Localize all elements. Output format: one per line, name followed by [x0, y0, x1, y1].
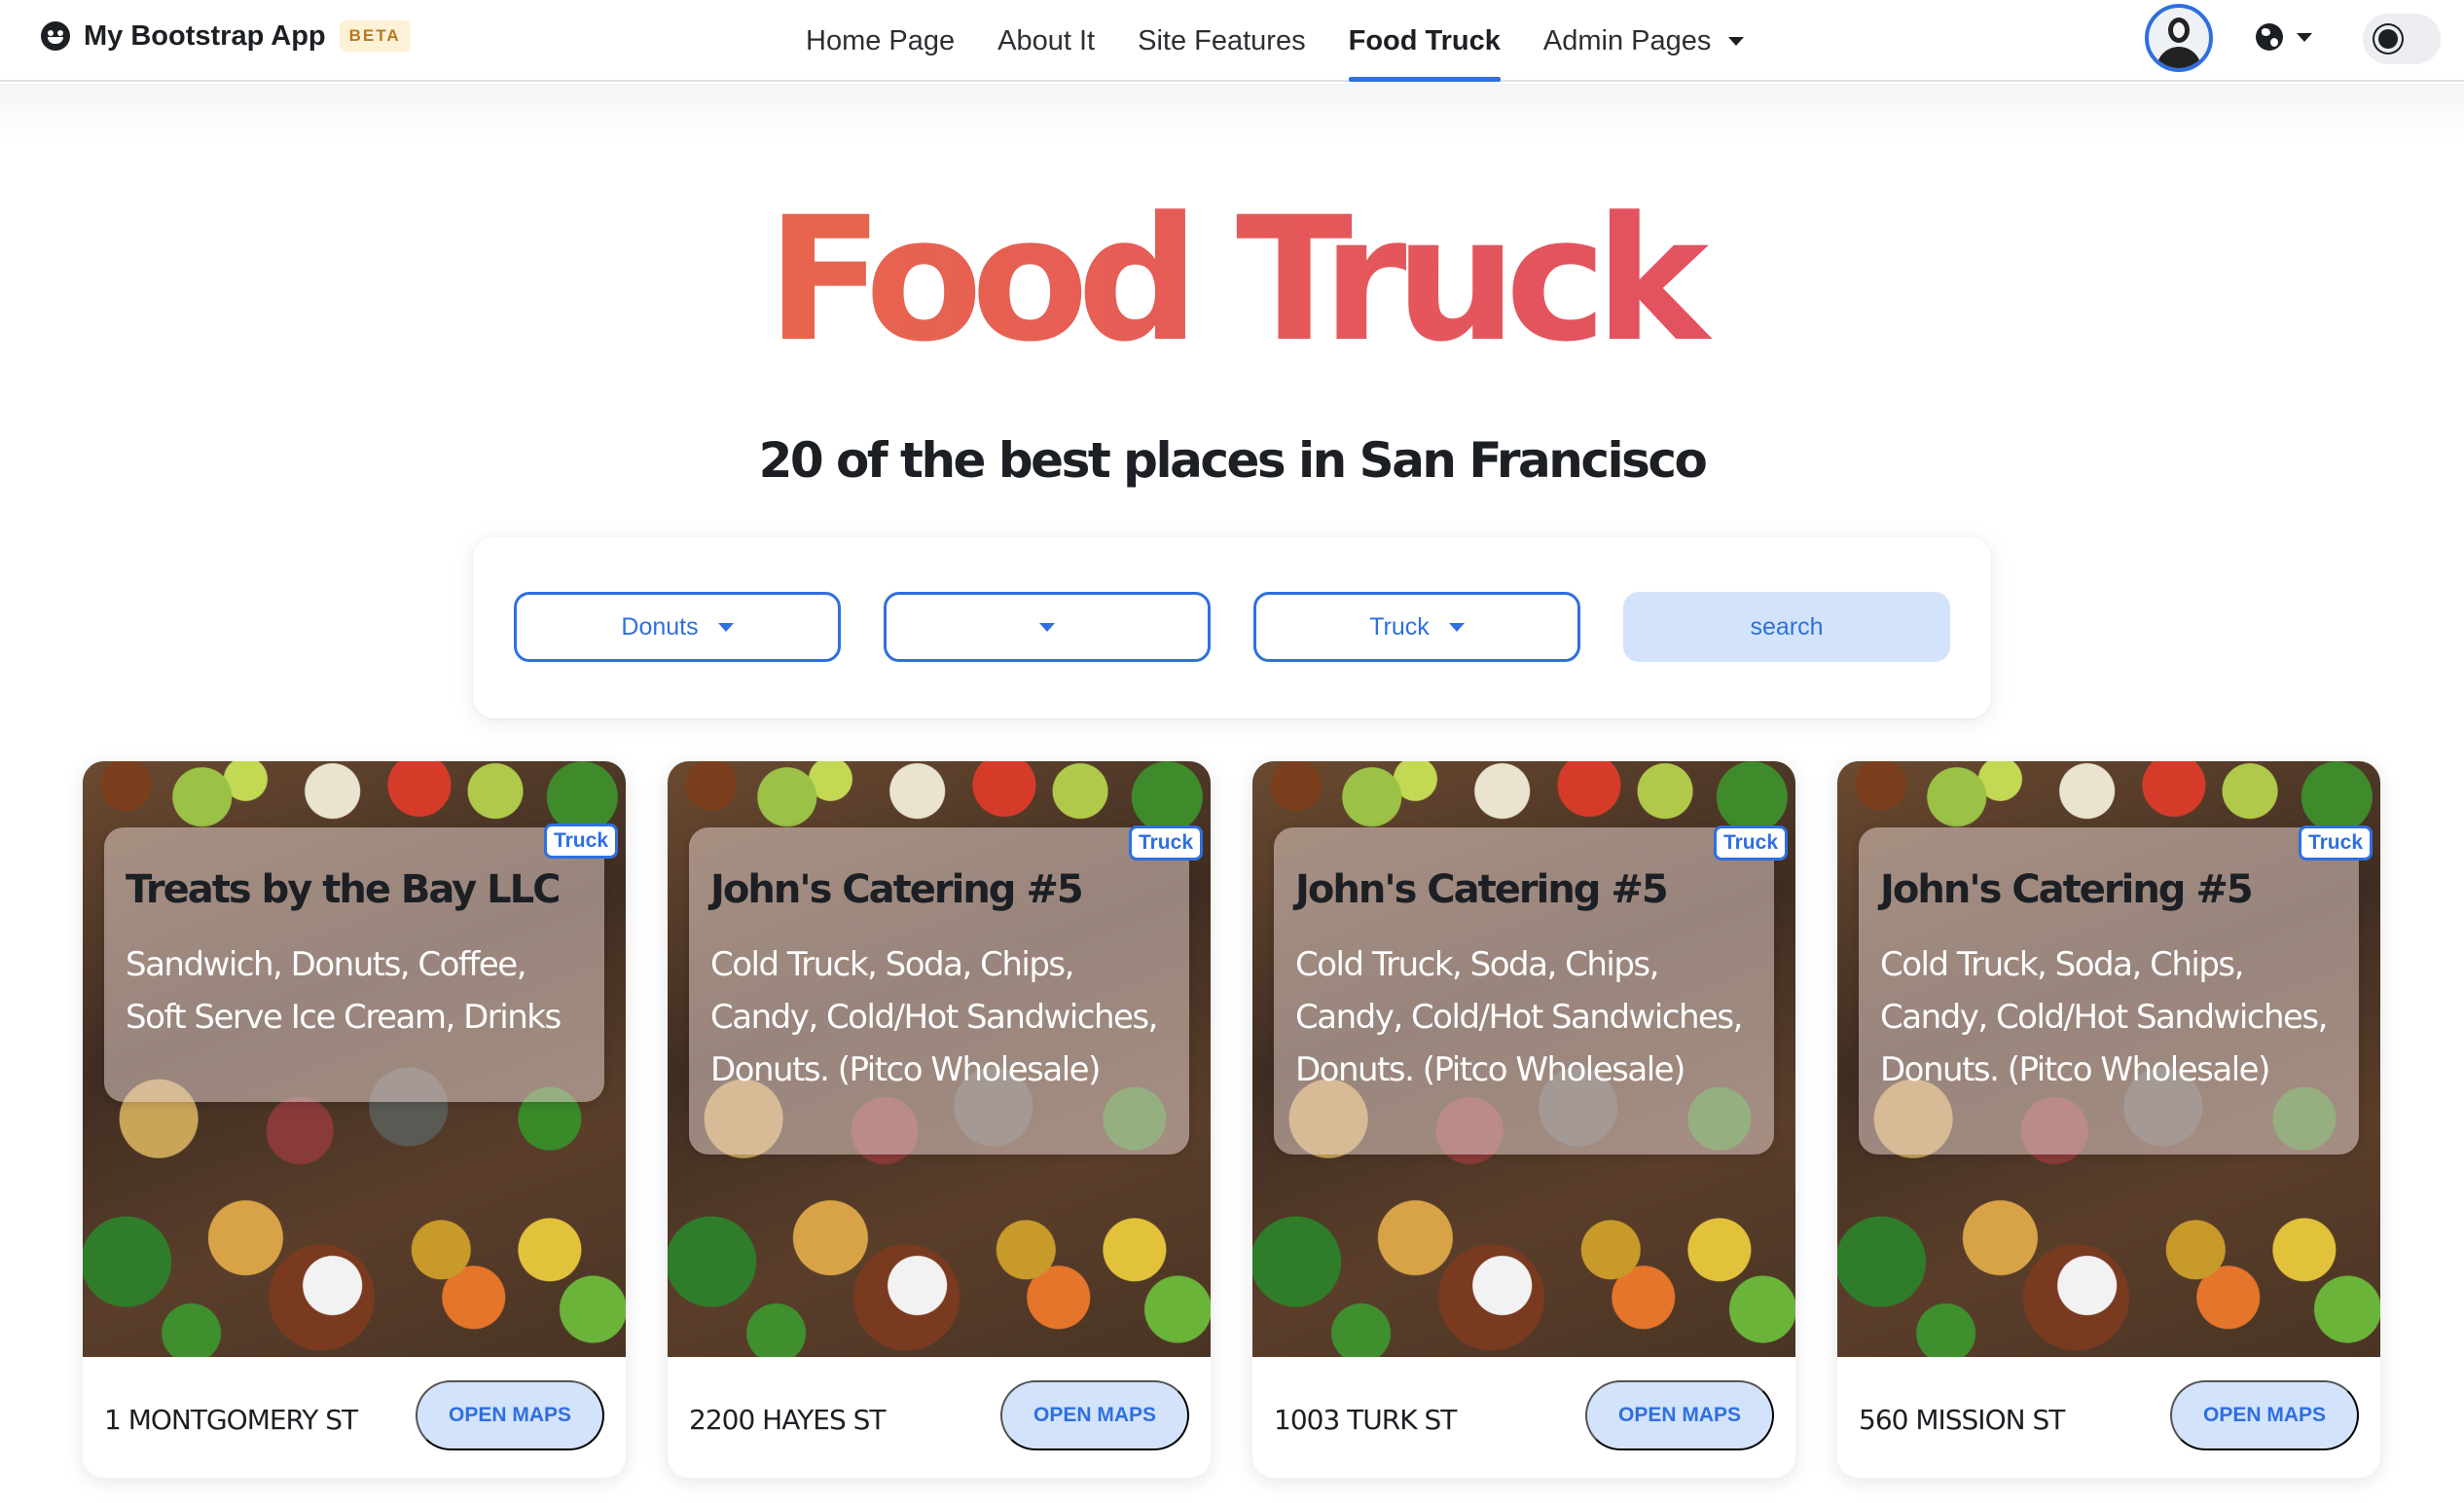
card-description: Cold Truck, Soda, Chips, Candy, Cold/Hot…: [1880, 945, 2328, 1089]
card-title: Treats by the Bay LLC: [126, 867, 561, 912]
page-title: Food Truck: [0, 183, 2464, 378]
card-address: 1 MONTGOMERY ST: [104, 1404, 358, 1436]
card-overlay: John's Catering #5 Cold Truck, Soda, Chi…: [1859, 827, 2359, 1155]
card-title: John's Catering #5: [1880, 867, 2254, 912]
language-dropdown[interactable]: [2256, 21, 2312, 53]
open-maps-button[interactable]: OPEN MAPS: [1585, 1380, 1774, 1450]
food-truck-card: John's Catering #5 Cold Truck, Soda, Chi…: [1252, 761, 1795, 1478]
open-maps-button[interactable]: OPEN MAPS: [2170, 1380, 2359, 1450]
card-description: Cold Truck, Soda, Chips, Candy, Cold/Hot…: [710, 945, 1158, 1089]
type-badge: Truck: [1128, 825, 1203, 861]
navbar: My Bootstrap App BETA Home Page About It…: [0, 0, 2464, 82]
card-footer: 1 MONTGOMERY ST OPEN MAPS: [83, 1357, 626, 1478]
nav-links: Home Page About It Site Features Food Tr…: [784, 0, 1765, 82]
chevron-down-icon: [1039, 622, 1055, 632]
card-overlay: John's Catering #5 Cold Truck, Soda, Chi…: [689, 827, 1189, 1155]
beta-badge: BETA: [339, 20, 411, 52]
nav-about[interactable]: About It: [976, 0, 1116, 82]
card-description: Sandwich, Donuts, Coffee, Soft Serve Ice…: [126, 945, 562, 1037]
nav-features[interactable]: Site Features: [1116, 0, 1326, 82]
type-dropdown[interactable]: Truck: [1253, 592, 1580, 662]
nav-admin-label: Admin Pages: [1542, 24, 1712, 56]
smiley-icon: [41, 21, 70, 51]
card-overlay: Treats by the Bay LLC Sandwich, Donuts, …: [104, 827, 604, 1102]
filter-panel: Donuts Truck search: [473, 537, 1991, 718]
card-footer: 1003 TURK ST OPEN MAPS: [1252, 1357, 1795, 1478]
card-title: John's Catering #5: [1295, 867, 1669, 912]
chevron-down-icon: [717, 622, 734, 632]
open-maps-button[interactable]: OPEN MAPS: [416, 1380, 604, 1450]
nav-food-truck[interactable]: Food Truck: [1327, 0, 1522, 82]
type-value: Truck: [1369, 612, 1430, 641]
category-dropdown[interactable]: Donuts: [514, 592, 841, 662]
food-truck-card: John's Catering #5 Cold Truck, Soda, Chi…: [1837, 761, 2380, 1478]
user-body-icon: [2156, 47, 2201, 68]
page-subtitle: 20 of the best places in San Francisco: [758, 432, 1708, 489]
brand[interactable]: My Bootstrap App BETA: [41, 16, 411, 56]
type-badge: Truck: [2298, 825, 2373, 861]
food-truck-card: John's Catering #5 Cold Truck, Soda, Chi…: [668, 761, 1211, 1478]
chevron-down-icon: [1448, 622, 1465, 632]
card-footer: 560 MISSION ST OPEN MAPS: [1837, 1357, 2380, 1478]
user-icon: [2168, 18, 2190, 43]
card-address: 1003 TURK ST: [1274, 1404, 1457, 1436]
category-value: Donuts: [621, 612, 699, 641]
avatar[interactable]: [2145, 4, 2213, 72]
card-address: 2200 HAYES ST: [689, 1404, 887, 1436]
location-dropdown[interactable]: [884, 592, 1211, 662]
card-description: Cold Truck, Soda, Chips, Candy, Cold/Hot…: [1295, 945, 1743, 1089]
nav-admin-dropdown[interactable]: Admin Pages: [1522, 0, 1766, 82]
open-maps-button[interactable]: OPEN MAPS: [1000, 1380, 1189, 1450]
brand-name: My Bootstrap App: [84, 19, 326, 52]
type-badge: Truck: [543, 824, 618, 859]
theme-toggle[interactable]: [2363, 14, 2441, 64]
card-address: 560 MISSION ST: [1859, 1404, 2065, 1436]
globe-icon: [2256, 23, 2283, 51]
card-title: John's Catering #5: [710, 867, 1084, 912]
food-truck-card: Treats by the Bay LLC Sandwich, Donuts, …: [83, 761, 626, 1478]
card-footer: 2200 HAYES ST OPEN MAPS: [668, 1357, 1211, 1478]
chevron-down-icon: [1728, 36, 1745, 46]
chevron-down-icon: [2297, 32, 2312, 42]
search-button[interactable]: search: [1623, 592, 1950, 662]
sun-icon: [2378, 29, 2398, 49]
type-badge: Truck: [1713, 825, 1788, 861]
nav-home[interactable]: Home Page: [784, 0, 976, 82]
nav-shadow: [0, 84, 2464, 142]
card-overlay: John's Catering #5 Cold Truck, Soda, Chi…: [1274, 827, 1774, 1155]
